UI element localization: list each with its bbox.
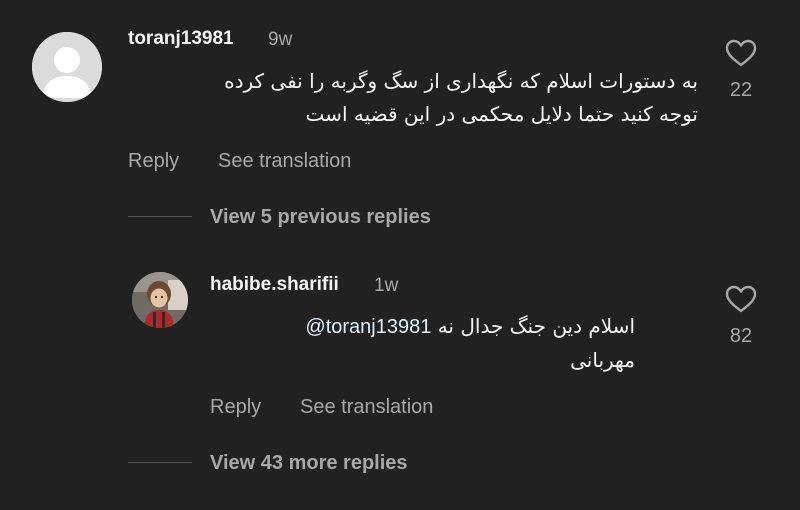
comment-timestamp: 9w <box>268 29 293 50</box>
view-more-replies-button[interactable]: View 43 more replies <box>210 452 408 475</box>
heart-icon <box>725 39 757 67</box>
like-button[interactable] <box>724 284 758 314</box>
default-avatar-icon <box>32 32 102 102</box>
reply-button[interactable]: Reply <box>210 396 261 419</box>
comment-text-line: به دستورات اسلام که نگهداری از سگ وگربه … <box>224 69 698 93</box>
comment-text-line: اسلام دین جنگ جدال نه @toranj13981 <box>210 310 635 344</box>
reply-button[interactable]: Reply <box>128 150 179 173</box>
like-count: 82 <box>729 325 753 347</box>
comment-text-line: توجه کنید حتما دلایل محکمی در این قضیه ا… <box>305 102 698 126</box>
see-translation-button[interactable]: See translation <box>300 396 433 419</box>
comment-text: اسلام دین جنگ جدال نه @toranj13981 مهربا… <box>210 310 635 377</box>
replies-divider <box>128 216 192 217</box>
like-count: 22 <box>729 79 753 101</box>
mention-link[interactable]: @toranj13981 <box>305 316 431 338</box>
avatar[interactable] <box>132 272 188 328</box>
like-button[interactable] <box>724 38 758 68</box>
comment-username[interactable]: toranj13981 <box>128 28 234 50</box>
avatar[interactable] <box>32 32 102 102</box>
comment-username[interactable]: habibe.sharifii <box>210 274 339 296</box>
see-translation-button[interactable]: See translation <box>218 150 351 173</box>
user-photo <box>132 272 188 328</box>
comment-text-line: مهربانی <box>570 348 635 372</box>
comment-text: به دستورات اسلام که نگهداری از سگ وگربه … <box>120 65 698 131</box>
comment-timestamp: 1w <box>374 275 399 296</box>
view-previous-replies-button[interactable]: View 5 previous replies <box>210 206 431 229</box>
comment-text-segment: اسلام دین جنگ جدال نه <box>437 314 635 338</box>
heart-icon <box>725 285 757 313</box>
replies-divider <box>128 462 192 463</box>
